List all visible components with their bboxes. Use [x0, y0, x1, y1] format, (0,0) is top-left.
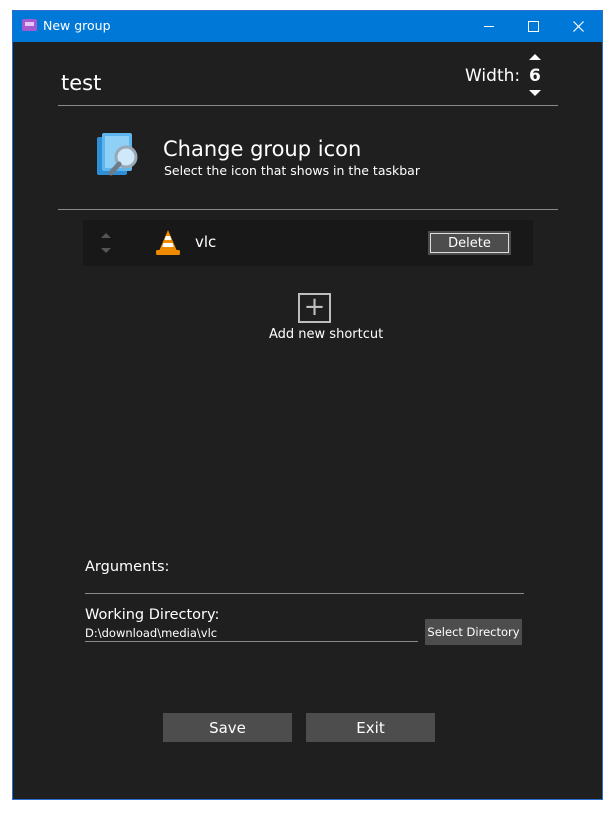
- new-group-window: New group test Width: 6 Change group ico…: [12, 10, 603, 800]
- width-increase-icon[interactable]: [529, 54, 541, 60]
- window-title: New group: [43, 18, 111, 33]
- arguments-label: Arguments:: [85, 559, 170, 575]
- app-icon: [22, 19, 37, 31]
- add-shortcut-label[interactable]: Add new shortcut: [269, 327, 383, 342]
- close-icon: [573, 21, 584, 32]
- shortcut-name: vlc: [195, 233, 217, 251]
- group-name-input[interactable]: test: [61, 71, 101, 95]
- change-icon-subtitle: Select the icon that shows in the taskba…: [164, 163, 420, 178]
- group-name-underline: [58, 105, 558, 106]
- vlc-icon: [154, 229, 182, 257]
- change-icon-title[interactable]: Change group icon: [163, 137, 361, 161]
- width-value[interactable]: 6: [529, 66, 541, 86]
- save-button[interactable]: Save: [163, 713, 292, 742]
- close-button[interactable]: [556, 11, 601, 42]
- working-directory-underline: [85, 641, 418, 642]
- minimize-icon: [483, 26, 494, 27]
- group-icon[interactable]: [93, 131, 153, 183]
- title-bar[interactable]: New group: [13, 11, 602, 42]
- exit-button[interactable]: Exit: [306, 713, 435, 742]
- maximize-button[interactable]: [511, 11, 556, 42]
- plus-icon[interactable]: +: [298, 293, 331, 323]
- minimize-button[interactable]: [466, 11, 511, 42]
- section-divider: [58, 209, 558, 210]
- delete-label: Delete: [430, 233, 509, 253]
- move-down-icon[interactable]: [101, 248, 111, 253]
- width-decrease-icon[interactable]: [529, 90, 541, 96]
- select-directory-button[interactable]: Select Directory: [425, 619, 522, 645]
- delete-shortcut-button[interactable]: Delete: [428, 231, 511, 255]
- width-label: Width:: [465, 66, 521, 86]
- move-up-icon[interactable]: [101, 233, 111, 238]
- maximize-icon: [528, 21, 539, 32]
- working-directory-input[interactable]: D:\download\media\vlc: [85, 626, 217, 640]
- arguments-input[interactable]: [85, 593, 524, 594]
- working-directory-label: Working Directory:: [85, 607, 220, 623]
- shortcut-row[interactable]: vlc Delete: [83, 220, 533, 266]
